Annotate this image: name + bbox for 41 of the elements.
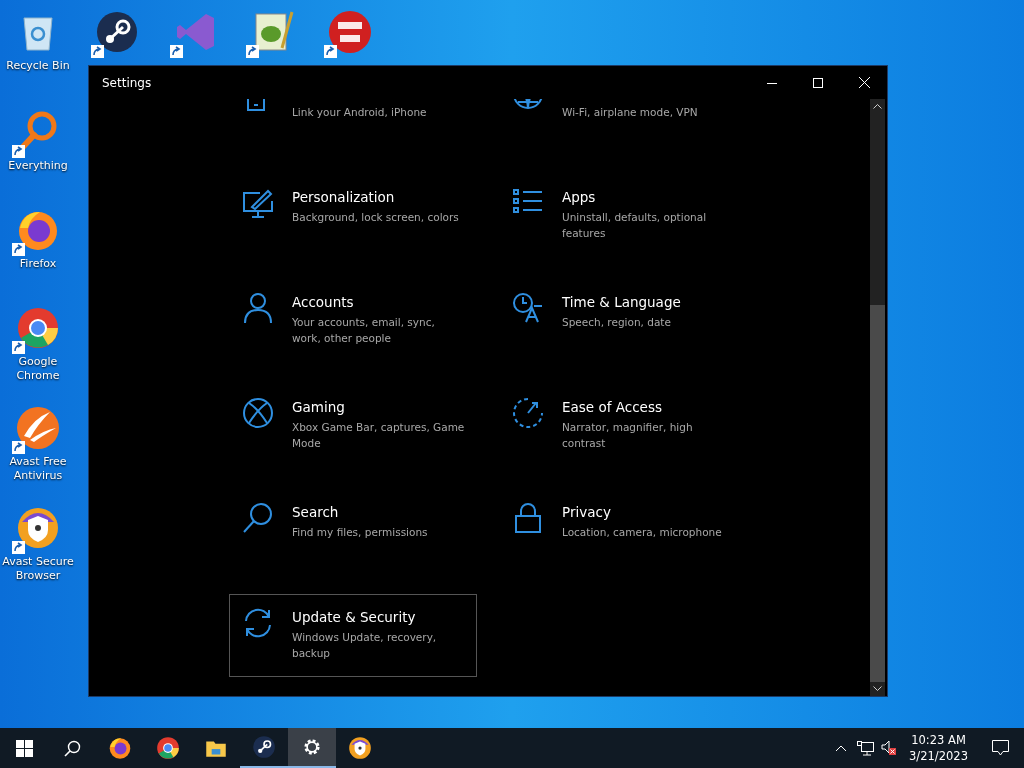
category-title: Privacy bbox=[562, 504, 612, 520]
desktop-icon-label[interactable]: Recycle Bin bbox=[6, 59, 70, 73]
window-title: Settings bbox=[101, 75, 153, 90]
category-description: Uninstall, defaults, optional features bbox=[562, 210, 708, 241]
settings-category[interactable]: Search Find my files, permissions bbox=[229, 489, 477, 572]
category-description: Your accounts, email, sync, work, other people bbox=[292, 315, 436, 346]
settings-category[interactable]: Personalization Background, lock screen, colors bbox=[229, 174, 477, 257]
category-title: Ease of Access bbox=[562, 399, 663, 415]
date-text: 3/21/2023 bbox=[909, 748, 968, 764]
category-title: Update & Security bbox=[292, 609, 417, 625]
category-description: Location, camera, microphone bbox=[562, 525, 723, 540]
settings-category[interactable]: Accounts Your accounts, email, sync, work, other people bbox=[229, 279, 477, 362]
settings-category[interactable]: Gaming Xbox Game Bar, captures, Game Mode bbox=[229, 384, 477, 467]
clock[interactable]: 10:23 AM 3/21/2023 bbox=[901, 732, 976, 764]
settings-category[interactable]: Update & Security Windows Update, recovery, backup bbox=[229, 594, 477, 677]
desktop-icon-label[interactable]: Avast Free Antivirus bbox=[1, 455, 75, 483]
category-title: Search bbox=[292, 504, 340, 520]
settings-category[interactable]: Ease of Access Narrator, magnifier, high contrast bbox=[499, 384, 747, 467]
category-description: Find my files, permissions bbox=[292, 525, 429, 540]
settings-category[interactable]: Privacy Location, camera, microphone bbox=[499, 489, 747, 572]
category-title: Apps bbox=[562, 189, 597, 205]
desktop-icon-label[interactable]: Everything bbox=[8, 159, 68, 173]
category-title: Accounts bbox=[292, 294, 355, 310]
category-description: Windows Update, recovery, backup bbox=[292, 630, 438, 661]
category-title: Time & Language bbox=[562, 294, 682, 310]
desktop-icon-label[interactable]: Avast Secure Browser bbox=[1, 555, 75, 583]
category-title: Gaming bbox=[292, 399, 346, 415]
desktop-icon-label[interactable]: Google Chrome bbox=[1, 355, 75, 383]
category-description: Wi-Fi, airplane mode, VPN bbox=[562, 105, 699, 120]
time-text: 10:23 AM bbox=[910, 732, 967, 748]
category-description: Narrator, magnifier, high contrast bbox=[562, 420, 694, 451]
settings-category[interactable]: Link your Android, iPhone bbox=[229, 99, 477, 152]
settings-category[interactable]: Time & Language Speech, region, date bbox=[499, 279, 747, 362]
category-description: Link your Android, iPhone bbox=[292, 105, 428, 120]
category-description: Background, lock screen, colors bbox=[292, 210, 460, 225]
category-title: Personalization bbox=[292, 189, 396, 205]
settings-category[interactable]: Wi-Fi, airplane mode, VPN bbox=[499, 99, 747, 152]
category-description: Speech, region, date bbox=[562, 315, 672, 330]
category-description: Xbox Game Bar, captures, Game Mode bbox=[292, 420, 466, 451]
desktop-icon-label[interactable]: Firefox bbox=[19, 257, 57, 271]
settings-category[interactable]: Apps Uninstall, defaults, optional features bbox=[499, 174, 747, 257]
